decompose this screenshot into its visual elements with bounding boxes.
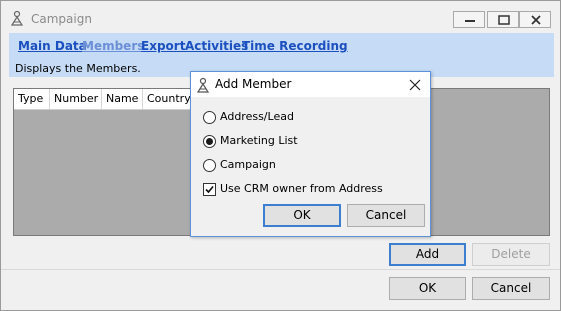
column-header-name[interactable]: Name xyxy=(102,89,143,109)
minimize-icon xyxy=(465,20,475,22)
close-icon xyxy=(531,15,541,25)
nav-link-main-data[interactable]: Main Data xyxy=(18,39,87,53)
maximize-icon xyxy=(498,15,510,25)
dialog-title-bar: Add Member xyxy=(191,72,430,97)
nav-link-members[interactable]: Members xyxy=(82,39,144,53)
campaign-app-icon xyxy=(195,77,211,93)
radio-address-lead[interactable] xyxy=(203,111,216,124)
dialog-title: Add Member xyxy=(215,77,292,91)
nav-link-activities[interactable]: Activities xyxy=(185,39,248,53)
column-header-country[interactable]: Country xyxy=(143,89,192,109)
option-label: Address/Lead xyxy=(220,110,294,123)
use-crm-owner-checkbox[interactable] xyxy=(203,183,216,196)
footer-divider xyxy=(1,269,560,270)
nav-link-export[interactable]: Export xyxy=(141,39,185,53)
radio-campaign[interactable] xyxy=(203,159,216,172)
close-button[interactable] xyxy=(519,11,551,28)
title-bar: Campaign xyxy=(1,1,560,31)
campaign-app-icon xyxy=(9,10,25,26)
window-title: Campaign xyxy=(31,12,92,26)
add-member-dialog: Add Member Address/Lead Marketing List C… xyxy=(190,71,431,237)
page-description: Displays the Members. xyxy=(15,62,141,75)
nav-link-time-recording[interactable]: Time Recording xyxy=(242,39,348,53)
option-label: Use CRM owner from Address xyxy=(220,182,383,195)
ok-button[interactable]: OK xyxy=(389,277,466,300)
option-label: Marketing List xyxy=(220,134,298,147)
dialog-close-button[interactable] xyxy=(408,78,422,92)
minimize-button[interactable] xyxy=(453,11,485,28)
close-icon xyxy=(409,79,421,91)
radio-marketing-list[interactable] xyxy=(203,135,216,148)
delete-button[interactable]: Delete xyxy=(472,243,550,266)
cancel-button[interactable]: Cancel xyxy=(472,277,550,300)
add-button[interactable]: Add xyxy=(389,243,466,266)
column-header-type[interactable]: Type xyxy=(14,89,50,109)
dialog-ok-button[interactable]: OK xyxy=(263,204,341,227)
maximize-button[interactable] xyxy=(487,11,519,28)
grid-header: Type Number Name Country xyxy=(14,89,192,110)
option-label: Campaign xyxy=(220,158,276,171)
checkmark-icon xyxy=(205,185,214,194)
column-header-number[interactable]: Number xyxy=(50,89,102,109)
dialog-cancel-button[interactable]: Cancel xyxy=(347,204,425,227)
